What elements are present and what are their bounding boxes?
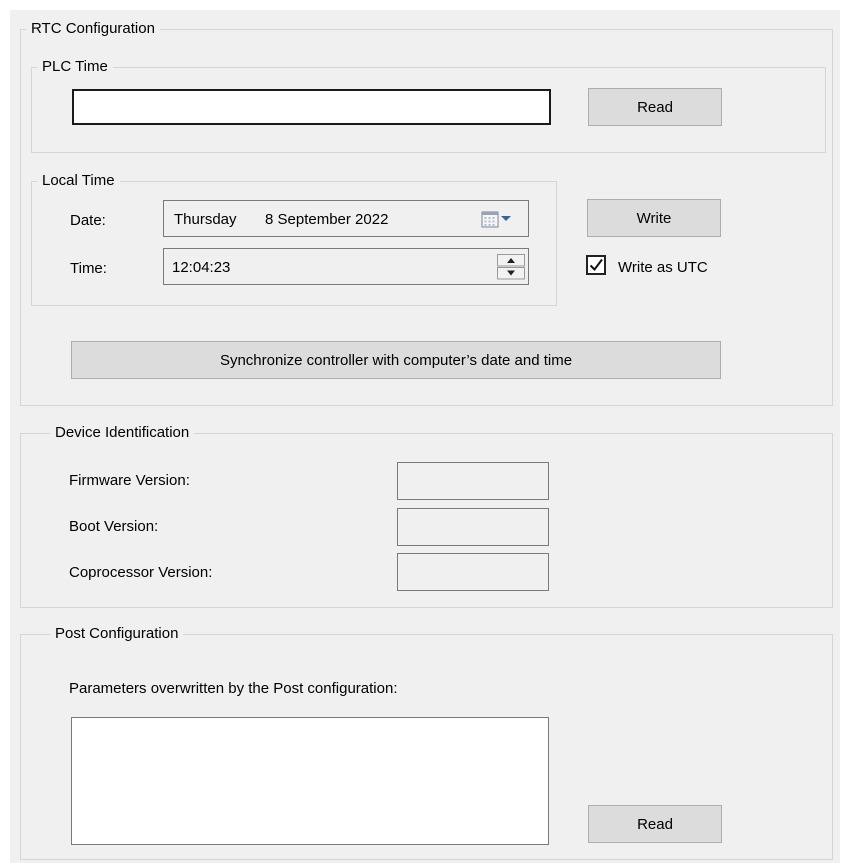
coprocessor-version-label: Coprocessor Version: bbox=[69, 564, 213, 581]
plc-time-group: PLC Time Read bbox=[31, 58, 826, 153]
device-identification-group: Device Identification Firmware Version: … bbox=[20, 424, 833, 608]
checkmark-icon bbox=[589, 258, 603, 272]
write-button[interactable]: Write bbox=[587, 199, 721, 237]
up-down-spinner-icon[interactable] bbox=[496, 253, 526, 281]
plc-time-field[interactable] bbox=[72, 89, 551, 125]
boot-version-label: Boot Version: bbox=[69, 518, 159, 535]
configuration-panel: RTC Configuration PLC Time Read Local Ti… bbox=[10, 10, 840, 863]
date-value: 8 September 2022 bbox=[265, 211, 389, 228]
time-field[interactable]: 12:04:23 bbox=[163, 248, 529, 285]
date-label: Date: bbox=[70, 212, 106, 229]
plc-time-read-button[interactable]: Read bbox=[588, 88, 722, 126]
firmware-version-label: Firmware Version: bbox=[69, 472, 190, 489]
write-as-utc-label[interactable]: Write as UTC bbox=[618, 259, 708, 277]
boot-version-field[interactable] bbox=[397, 508, 549, 546]
synchronize-button[interactable]: Synchronize controller with computer’s d… bbox=[71, 341, 721, 379]
plc-time-title: PLC Time bbox=[37, 58, 113, 76]
time-label: Time: bbox=[70, 260, 107, 277]
time-value: 12:04:23 bbox=[172, 259, 231, 276]
rtc-configuration-group: RTC Configuration PLC Time Read Local Ti… bbox=[20, 20, 833, 406]
date-picker[interactable]: Thursday 8 September 2022 bbox=[163, 200, 529, 237]
post-read-button[interactable]: Read bbox=[588, 805, 722, 843]
device-identification-title: Device Identification bbox=[50, 424, 195, 442]
local-time-title: Local Time bbox=[37, 172, 120, 190]
write-as-utc-checkbox[interactable] bbox=[586, 255, 606, 275]
post-configuration-description: Parameters overwritten by the Post confi… bbox=[69, 680, 398, 697]
firmware-version-field[interactable] bbox=[397, 462, 549, 500]
calendar-dropdown-icon[interactable] bbox=[480, 209, 520, 229]
post-parameters-list[interactable] bbox=[71, 717, 549, 845]
post-configuration-title: Post Configuration bbox=[50, 625, 184, 643]
local-time-group: Local Time Date: Thursday 8 September 20… bbox=[31, 172, 557, 306]
post-configuration-group: Post Configuration Parameters overwritte… bbox=[20, 625, 833, 860]
date-day: Thursday bbox=[174, 211, 237, 228]
rtc-configuration-title: RTC Configuration bbox=[26, 20, 160, 38]
coprocessor-version-field[interactable] bbox=[397, 553, 549, 591]
